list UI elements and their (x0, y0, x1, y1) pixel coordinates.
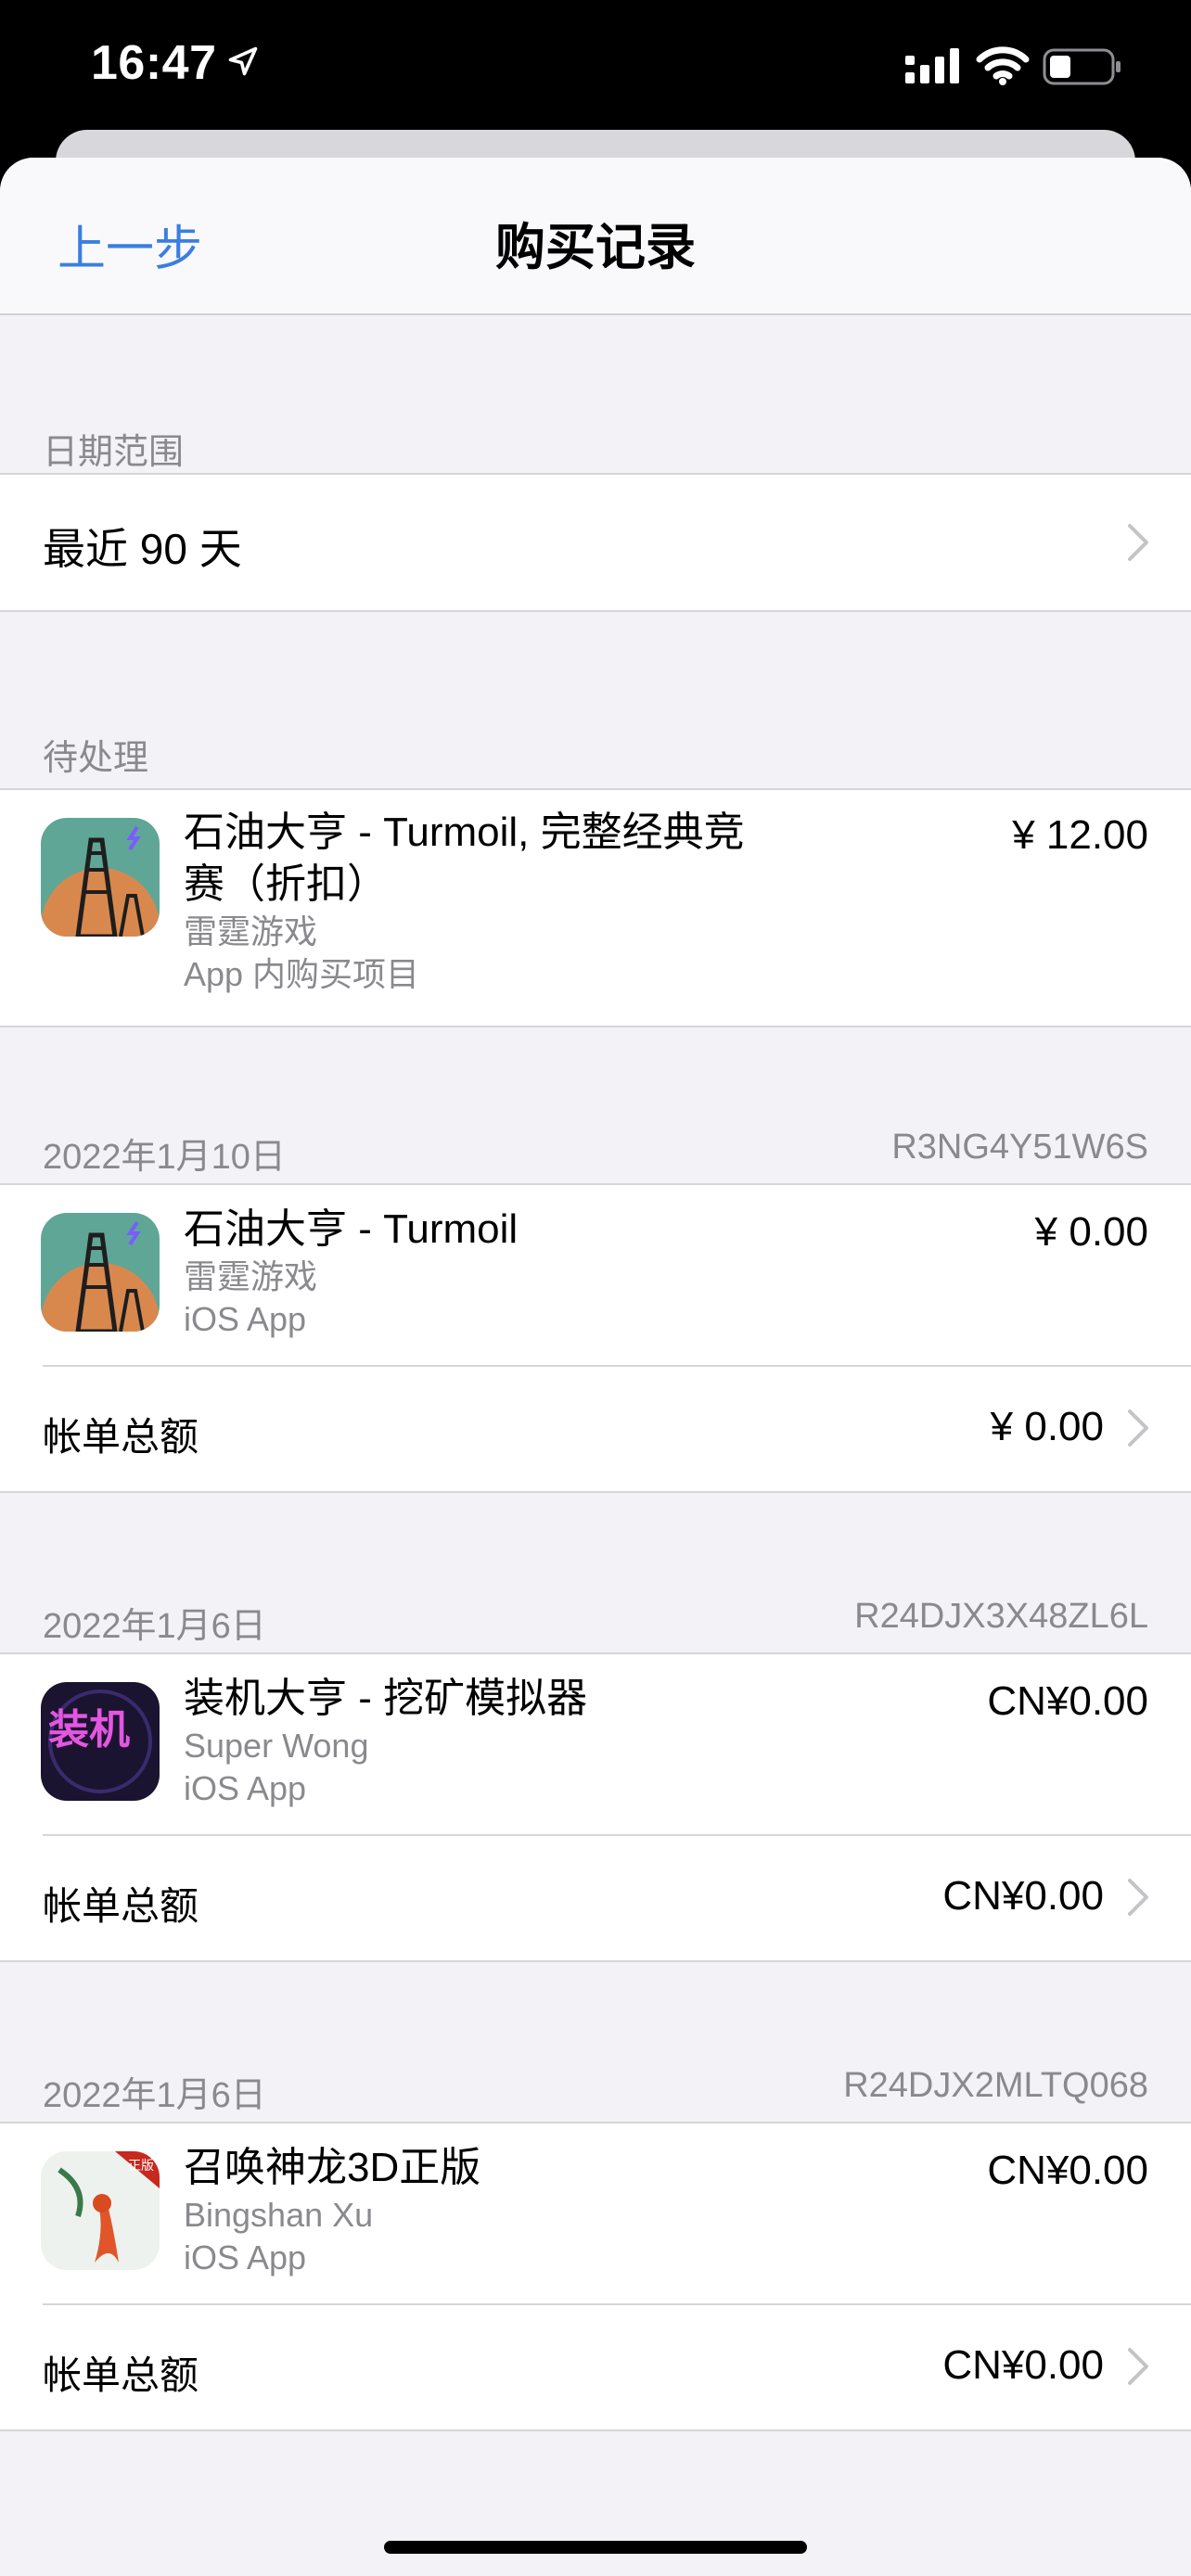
pending-item-name-line2: 赛（折扣） (184, 861, 388, 907)
chevron-right-icon (1128, 1879, 1148, 1916)
order-item-kind: iOS App (184, 1769, 307, 1807)
divider (43, 2303, 1191, 2305)
order-date: 2022年1月10日 (43, 1138, 286, 1177)
wifi-icon (976, 46, 1030, 85)
home-indicator[interactable] (384, 2541, 807, 2554)
chevron-right-icon (1128, 524, 1148, 561)
order-item-kind: iOS App (184, 1300, 307, 1338)
order-item-name: 召唤神龙3D正版 (184, 2145, 481, 2190)
turmoil-app-icon (41, 1213, 160, 1332)
total-label: 帐单总额 (43, 1415, 199, 1459)
chevron-right-icon (1128, 2348, 1148, 2385)
order-item-name: 石油大亨 - Turmoil (184, 1206, 519, 1252)
dragon-app-icon: 正版 (41, 2151, 160, 2270)
total-value: CN¥0.00 (942, 2342, 1104, 2388)
order-item-developer: Super Wong (184, 1727, 369, 1765)
svg-text:正版: 正版 (128, 2159, 154, 2174)
order-item-price: CN¥0.00 (987, 2148, 1148, 2193)
order-item-developer: Bingshan Xu (184, 2196, 374, 2234)
order-group: 装机 装机大亨 - 挖矿模拟器 Super Wong iOS App CN¥0.… (0, 1652, 1191, 1962)
navigation-bar: 上一步 购买记录 (0, 158, 1191, 315)
pending-item-kind: App 内购买项目 (184, 955, 420, 993)
battery-icon (1043, 48, 1121, 85)
page-title: 购买记录 (495, 220, 696, 275)
chevron-right-icon (1128, 1409, 1148, 1447)
pending-item-developer: 雷霆游戏 (184, 912, 318, 950)
pending-item-price: ¥ 12.00 (1012, 812, 1148, 858)
order-date: 2022年1月6日 (43, 1607, 266, 1646)
pending-item[interactable]: 石油大亨 - Turmoil, 完整经典竞 赛（折扣） 雷霆游戏 App 内购买… (0, 788, 1191, 1027)
date-range-row[interactable]: 最近 90 天 (0, 473, 1191, 612)
order-group: 石油大亨 - Turmoil 雷霆游戏 iOS App ¥ 0.00 帐单总额 … (0, 1183, 1191, 1493)
order-item-developer: 雷霆游戏 (184, 1257, 318, 1295)
total-label: 帐单总额 (43, 2353, 199, 2397)
pending-header: 待处理 (43, 739, 149, 778)
order-group: 正版 召唤神龙3D正版 Bingshan Xu iOS App CN¥0.00 … (0, 2122, 1191, 2431)
zhuangji-app-icon: 装机 (41, 1682, 160, 1801)
svg-text:装机: 装机 (48, 1706, 130, 1753)
order-id: R3NG4Y51W6S (891, 1128, 1148, 1167)
status-bar: 16:47 (0, 0, 1191, 139)
pending-item-name-line1: 石油大亨 - Turmoil, 完整经典竞 (184, 810, 745, 855)
status-time: 16:47 (91, 36, 217, 90)
total-value: CN¥0.00 (942, 1873, 1104, 1919)
total-value: ¥ 0.00 (990, 1404, 1104, 1449)
cellular-signal-icon (905, 48, 959, 83)
divider (43, 1834, 1191, 1836)
order-date: 2022年1月6日 (43, 2076, 266, 2115)
order-item-kind: iOS App (184, 2238, 307, 2276)
purchase-history-sheet: 上一步 购买记录 日期范围 最近 90 天 待处理 石油大亨 - Turmoil… (0, 158, 1191, 2576)
order-item-price: CN¥0.00 (987, 1678, 1148, 1724)
date-range-value: 最近 90 天 (43, 525, 242, 573)
order-id: R24DJX2MLTQ068 (843, 2066, 1148, 2105)
date-range-header: 日期范围 (43, 433, 185, 472)
order-id: R24DJX3X48ZL6L (854, 1597, 1148, 1636)
location-arrow-icon (228, 46, 258, 76)
order-item-name: 装机大亨 - 挖矿模拟器 (184, 1676, 588, 1721)
turmoil-app-icon (41, 818, 160, 937)
order-item-price: ¥ 0.00 (1034, 1209, 1148, 1255)
divider (43, 1365, 1191, 1367)
total-label: 帐单总额 (43, 1884, 199, 1928)
